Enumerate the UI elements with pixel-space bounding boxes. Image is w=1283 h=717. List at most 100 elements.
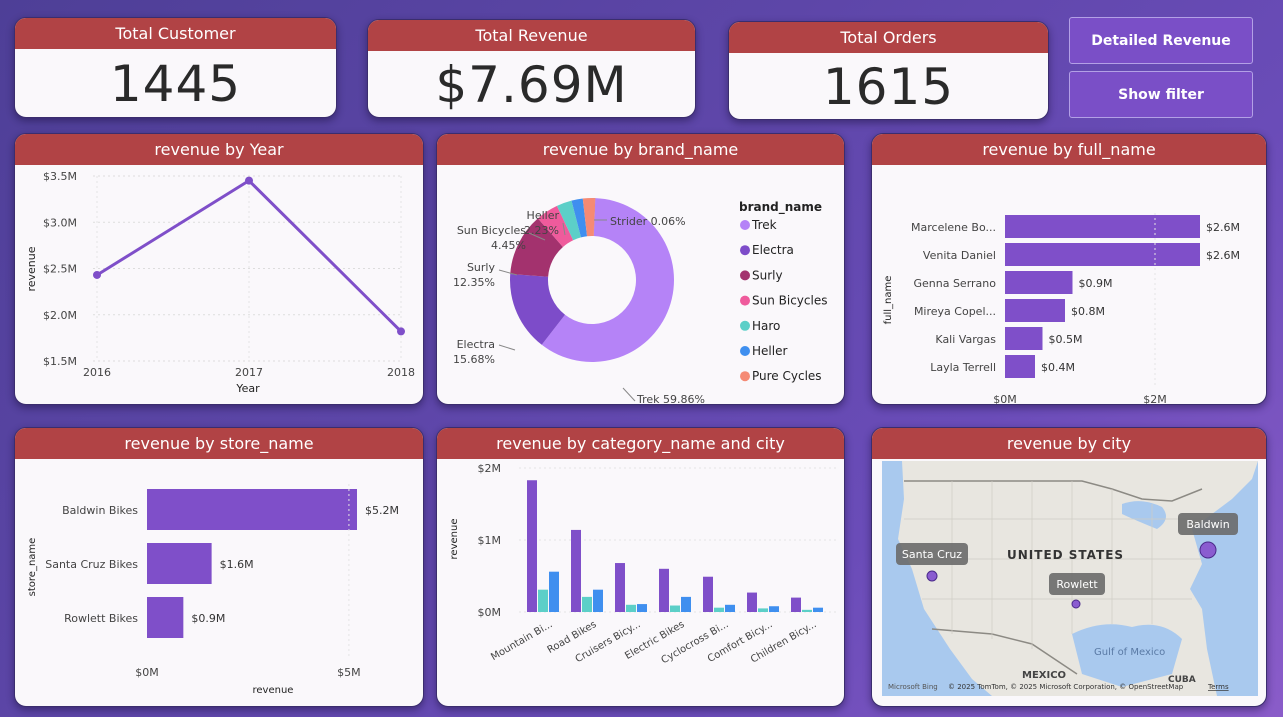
kpi-value: 1615 (822, 58, 955, 116)
category-label: Layla Terrell (930, 361, 996, 374)
kpi-label: Total Revenue (368, 20, 695, 51)
y-axis-label: full_name (883, 276, 894, 325)
y-axis-label: revenue (449, 519, 460, 560)
slice-label: Sun Bicycles (457, 224, 526, 237)
y-tick-label: $2.5M (43, 263, 77, 276)
mexico-label: MEXICO (1022, 670, 1066, 681)
column (626, 604, 636, 612)
legend-swatch (740, 220, 750, 230)
chart-card-revenue-by-full-name: revenue by full_name Marcelene Bo... $2.6… (871, 133, 1267, 405)
legend-item: Surly (752, 268, 783, 282)
bar (1005, 327, 1043, 350)
leader-line (498, 344, 516, 351)
slice-label: Strider 0.06% (610, 215, 686, 228)
chart-card-revenue-by-store: revenue by store_name Baldwin Bikes $5.2M… (14, 427, 424, 707)
column (769, 606, 779, 612)
column-chart: $2M$1M$0MMountain Bi...Road BikesCruiser… (449, 462, 837, 666)
x-axis-label: Year (235, 382, 260, 395)
column (637, 604, 647, 612)
bar-label: $0.9M (191, 612, 225, 625)
slice-label: Heller (527, 209, 560, 222)
legend-swatch (740, 245, 750, 256)
kpi-label: Total Customer (15, 18, 336, 49)
category-label: Baldwin Bikes (62, 504, 138, 517)
column (681, 596, 691, 612)
category-label: Mireya Copel... (914, 305, 996, 318)
city-bubble[interactable] (926, 570, 938, 582)
bar-label: $2.6M (1206, 249, 1240, 262)
chart-card-revenue-by-category: revenue by category_name and city $2M $1M… (436, 427, 845, 707)
bar-label: $0.8M (1071, 305, 1105, 318)
legend-item: Pure Cycles (752, 369, 822, 383)
data-point (245, 176, 253, 185)
bar (1005, 215, 1200, 238)
legend-item: Sun Bicycles (752, 294, 827, 308)
bar (1005, 355, 1035, 378)
x-tick-label: 2017 (235, 366, 263, 379)
x-tick-label: $0M (135, 666, 159, 679)
x-tick-label: 2016 (83, 366, 111, 379)
category-label: Mountain Bi... (489, 619, 554, 663)
category-label: Venita Daniel (923, 249, 996, 262)
column (714, 607, 724, 612)
chart-title: revenue by brand_name (437, 134, 844, 165)
bar (1005, 271, 1073, 294)
bar-label: $1.6M (220, 558, 254, 571)
chart-card-revenue-by-city: revenue by city UNITED STATES MEXICO Gul… (871, 427, 1267, 707)
donut-chart: Trek 59.86% Electra 15.68% Surly 12.35% Sun B… (453, 198, 827, 404)
chart-title: revenue by Year (15, 134, 423, 165)
category-label: Santa Cruz Bikes (45, 558, 138, 571)
y-tick-label: $2M (478, 462, 502, 475)
bar (147, 597, 184, 638)
chart-title: revenue by category_name and city (437, 428, 844, 459)
leader-line (622, 387, 636, 402)
kpi-card-total-orders: Total Orders 1615 (728, 21, 1049, 120)
detailed-revenue-view-button[interactable]: Detailed Revenue View (1069, 17, 1253, 96)
column (571, 529, 581, 612)
legend-swatch (740, 346, 750, 356)
column (615, 563, 625, 612)
y-tick-label: $1M (478, 534, 502, 547)
legend-swatch (740, 320, 750, 331)
bar-label: $0.4M (1041, 361, 1075, 374)
column (659, 568, 669, 612)
slice-label: 15.68% (453, 353, 495, 366)
column (791, 597, 801, 612)
x-tick-label: $0M (993, 393, 1017, 405)
legend-item: Heller (752, 344, 787, 358)
city-bubble[interactable] (1199, 541, 1217, 559)
bar-label: $0.9M (1079, 277, 1113, 290)
category-label: Marcelene Bo... (911, 221, 996, 234)
kpi-value: $7.69M (435, 56, 628, 114)
line-chart: $3.5M $3.0M $2.5M $2.0M $1.5M 2016 2017 2018 Yea… (25, 170, 415, 395)
chart-title: revenue by store_name (15, 428, 423, 459)
terms-link[interactable]: Terms (1207, 683, 1229, 691)
city-label: Santa Cruz (902, 548, 962, 561)
y-axis-label: revenue (25, 246, 38, 291)
bar (1005, 299, 1065, 322)
column (670, 605, 680, 612)
map[interactable]: UNITED STATES MEXICO Gulf of Mexico CUBA… (872, 459, 1267, 707)
country-label: UNITED STATES (1007, 548, 1124, 562)
city-bubble[interactable] (1071, 599, 1081, 609)
y-tick-label: $1.5M (43, 355, 77, 368)
x-tick-label: $5M (337, 666, 361, 679)
bar-label: $5.2M (365, 504, 399, 517)
map-attribution: © 2025 TomTom, © 2025 Microsoft Corporat… (948, 683, 1184, 691)
kpi-label: Total Orders (729, 22, 1048, 53)
column (802, 609, 812, 612)
bar-label: $2.6M (1206, 221, 1240, 234)
slice-label: 12.35% (453, 276, 495, 289)
category-label: Rowlett Bikes (64, 612, 138, 625)
x-tick-label: $2M (1143, 393, 1167, 405)
gulf-label: Gulf of Mexico (1094, 647, 1165, 658)
y-tick-label: $3.0M (43, 216, 77, 229)
column (703, 576, 713, 612)
bar-chart: Marcelene Bo... $2.6M Venita Daniel $2.6M Ge… (883, 213, 1240, 405)
bar-chart: Baldwin Bikes $5.2M Santa Cruz Bikes $1.6M R… (27, 484, 399, 696)
data-point (397, 327, 405, 336)
y-tick-label: $2.0M (43, 309, 77, 322)
data-point (93, 270, 101, 279)
chart-title: revenue by city (872, 428, 1266, 459)
show-filter-button[interactable]: Show filter (1069, 71, 1253, 118)
